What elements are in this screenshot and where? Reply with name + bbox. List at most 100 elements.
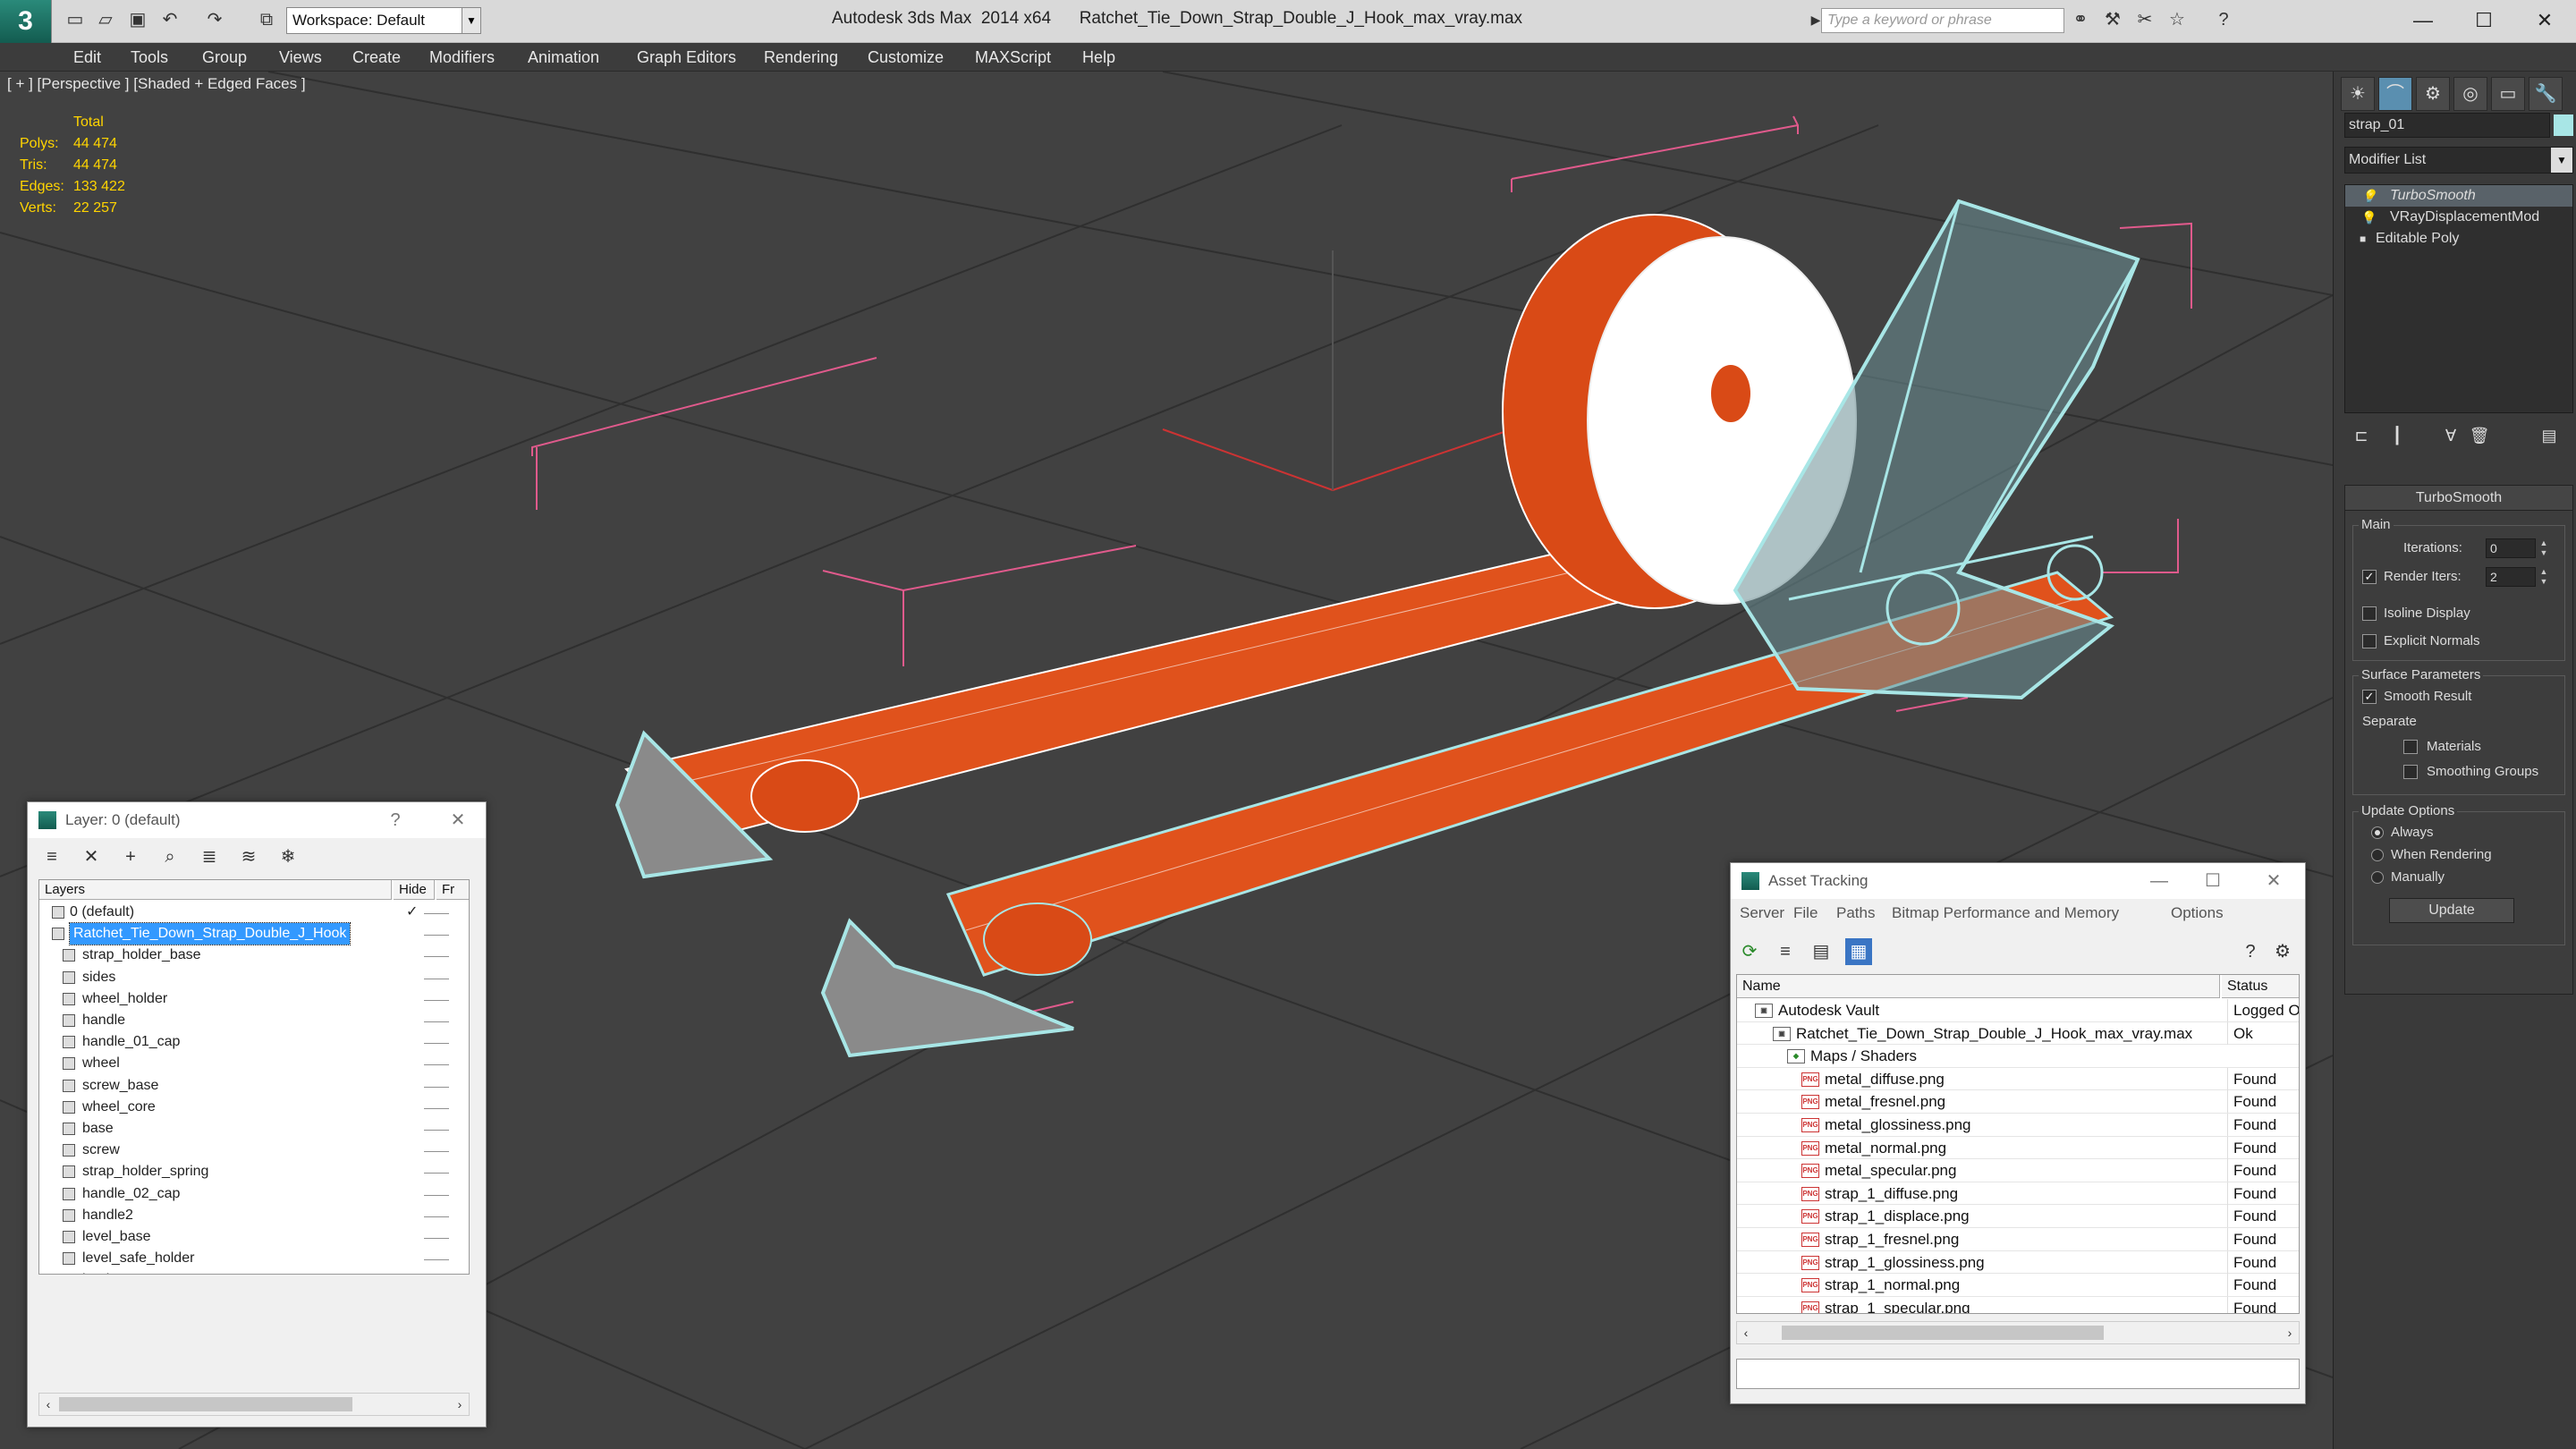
modify-tab-icon[interactable]: ⌒ <box>2378 77 2412 111</box>
stack-item[interactable]: ■ Editable Poly <box>2345 228 2572 250</box>
hide-toggle[interactable]: —— <box>424 1248 449 1269</box>
hide-toggle[interactable]: —— <box>424 1010 449 1031</box>
layer-row[interactable]: wheel —— <box>39 1053 469 1074</box>
chevron-down-icon[interactable]: ▼ <box>462 7 481 34</box>
hide-all-icon[interactable]: ≋ <box>235 843 262 870</box>
menu-edit[interactable]: Edit <box>73 43 101 72</box>
hide-toggle[interactable]: —— <box>424 1226 449 1248</box>
layer-row[interactable]: strap_holder_spring —— <box>39 1161 469 1182</box>
list-view-icon[interactable]: ≡ <box>1772 938 1799 965</box>
scroll-thumb[interactable] <box>1782 1326 2104 1340</box>
stack-item[interactable]: 💡 VRayDisplacementMod <box>2345 207 2572 228</box>
hide-toggle[interactable]: —— <box>424 1097 449 1118</box>
lightbulb-icon[interactable]: 💡 <box>2361 185 2377 207</box>
window-title-bar[interactable]: Layer: 0 (default) ? ✕ <box>28 802 486 838</box>
asset-row[interactable]: ◆ Maps / Shaders <box>1737 1045 2299 1068</box>
remove-modifier-icon[interactable]: 🗑 <box>2466 424 2493 447</box>
when-rendering-radio[interactable] <box>2371 849 2384 861</box>
asset-row[interactable]: PNG metal_specular.png Found <box>1737 1159 2299 1182</box>
menu-group[interactable]: Group <box>202 43 247 72</box>
hide-toggle[interactable]: —— <box>424 1053 449 1074</box>
close-button[interactable]: ✕ <box>2260 869 2287 894</box>
menu-customize[interactable]: Customize <box>868 43 944 72</box>
menu-file[interactable]: File <box>1793 904 1818 922</box>
expand-plus-icon[interactable]: ■ <box>2360 228 2366 250</box>
layer-row[interactable]: screw —— <box>39 1140 469 1161</box>
object-color-swatch[interactable] <box>2554 114 2573 136</box>
hide-toggle[interactable]: —— <box>424 1161 449 1182</box>
asset-row[interactable]: ▣ Ratchet_Tie_Down_Strap_Double_J_Hook_ma… <box>1737 1021 2299 1046</box>
menu-modifiers[interactable]: Modifiers <box>429 43 495 72</box>
scroll-left-icon[interactable]: ‹ <box>39 1394 57 1415</box>
asset-row[interactable]: PNG metal_glossiness.png Found <box>1737 1114 2299 1137</box>
configure-sets-icon[interactable]: ▤ <box>2536 424 2563 447</box>
layer-row[interactable]: Ratchet_Tie_Down_Strap_Double_J_Hook —— <box>39 922 469 946</box>
scroll-thumb[interactable] <box>59 1397 352 1411</box>
favorites-star-icon[interactable]: ☆ <box>2165 7 2190 32</box>
window-title-bar[interactable]: Asset Tracking — ☐ ✕ <box>1731 863 2305 899</box>
render-iters-checkbox[interactable]: ✓ <box>2362 570 2377 584</box>
horizontal-scrollbar[interactable]: ‹ › <box>1736 1321 2300 1344</box>
utilities-tab-icon[interactable]: 🔧 <box>2529 77 2563 111</box>
refresh-icon[interactable]: ⟳ <box>1736 938 1763 965</box>
binoculars-icon[interactable]: ⚭ <box>2068 7 2093 32</box>
communication-icon[interactable]: ✂ <box>2132 7 2157 32</box>
isoline-display-checkbox[interactable] <box>2362 606 2377 621</box>
active-layer-check-icon[interactable]: ✓ <box>406 902 418 923</box>
select-objects-icon[interactable]: ⌕ <box>157 843 183 870</box>
menu-create[interactable]: Create <box>352 43 401 72</box>
hide-toggle[interactable]: —— <box>424 1031 449 1053</box>
asset-row[interactable]: PNG strap_1_displace.png Found <box>1737 1205 2299 1228</box>
maximize-button[interactable]: ☐ <box>2462 5 2506 36</box>
menu-views[interactable]: Views <box>279 43 322 72</box>
iterations-spinner[interactable]: 0 <box>2486 538 2536 558</box>
layer-row[interactable]: level_safe_holder —— <box>39 1248 469 1269</box>
project-folder-icon[interactable]: ⧉ <box>254 7 279 32</box>
asset-row[interactable]: PNG strap_1_glossiness.png Found <box>1737 1250 2299 1275</box>
hierarchy-tab-icon[interactable]: ⚙ <box>2416 77 2450 111</box>
column-freeze[interactable]: Fr <box>436 880 469 900</box>
asset-row[interactable]: PNG strap_1_normal.png Found <box>1737 1274 2299 1297</box>
menu-paths[interactable]: Paths <box>1836 904 1875 922</box>
layer-row[interactable]: strap_holder_base —— <box>39 945 469 966</box>
maximize-button[interactable]: ☐ <box>2199 869 2226 894</box>
hide-toggle[interactable]: —— <box>424 945 449 966</box>
chevron-down-icon[interactable]: ▼ <box>2551 148 2572 173</box>
freeze-all-icon[interactable]: ❄ <box>275 843 301 870</box>
add-to-layer-icon[interactable]: + <box>117 843 144 870</box>
scroll-right-icon[interactable]: › <box>2281 1322 2299 1343</box>
layer-row[interactable]: hook_01 —— <box>39 1269 469 1274</box>
hide-toggle[interactable]: —— <box>424 1075 449 1097</box>
materials-checkbox[interactable] <box>2403 740 2418 754</box>
layer-row[interactable]: 0 (default) ✓ —— <box>39 902 469 923</box>
spinner-arrows-icon[interactable]: ▲ ▼ <box>2538 567 2550 587</box>
minimize-button[interactable]: — <box>2401 5 2445 36</box>
layer-row[interactable]: sides —— <box>39 967 469 988</box>
open-file-icon[interactable]: ▱ <box>93 7 118 32</box>
new-layer-icon[interactable]: ≡ <box>38 843 65 870</box>
viewport-label[interactable]: [ + ] [Perspective ] [Shaded + Edged Fac… <box>7 75 306 93</box>
undo-icon[interactable]: ↶ <box>157 7 182 32</box>
stack-item[interactable]: 💡 TurboSmooth <box>2345 185 2572 207</box>
create-tab-icon[interactable]: ☀ <box>2341 77 2375 111</box>
update-button[interactable]: Update <box>2389 898 2514 923</box>
menu-graph-editors[interactable]: Graph Editors <box>637 43 736 72</box>
close-button[interactable]: ✕ <box>2522 5 2567 36</box>
asset-row[interactable]: PNG metal_fresnel.png Found <box>1737 1090 2299 1114</box>
hide-toggle[interactable]: —— <box>424 923 449 945</box>
column-hide[interactable]: Hide <box>394 880 435 900</box>
new-file-icon[interactable]: ▭ <box>63 7 88 32</box>
make-unique-icon[interactable]: ∀ <box>2437 424 2464 447</box>
hide-toggle[interactable]: —— <box>424 1140 449 1161</box>
save-file-icon[interactable]: ▣ <box>125 7 150 32</box>
layer-row[interactable]: base —— <box>39 1118 469 1140</box>
layer-row[interactable]: wheel_core —— <box>39 1097 469 1118</box>
layer-row[interactable]: handle_01_cap —— <box>39 1031 469 1053</box>
smoothing-groups-checkbox[interactable] <box>2403 765 2418 779</box>
render-iters-spinner[interactable]: 2 <box>2486 567 2536 587</box>
asset-row[interactable]: PNG metal_normal.png Found <box>1737 1136 2299 1160</box>
asset-row[interactable]: PNG strap_1_fresnel.png Found <box>1737 1228 2299 1251</box>
menu-tools[interactable]: Tools <box>131 43 168 72</box>
rollout-title[interactable]: TurboSmooth <box>2345 486 2572 511</box>
pin-stack-icon[interactable]: ⊏ <box>2348 424 2375 447</box>
